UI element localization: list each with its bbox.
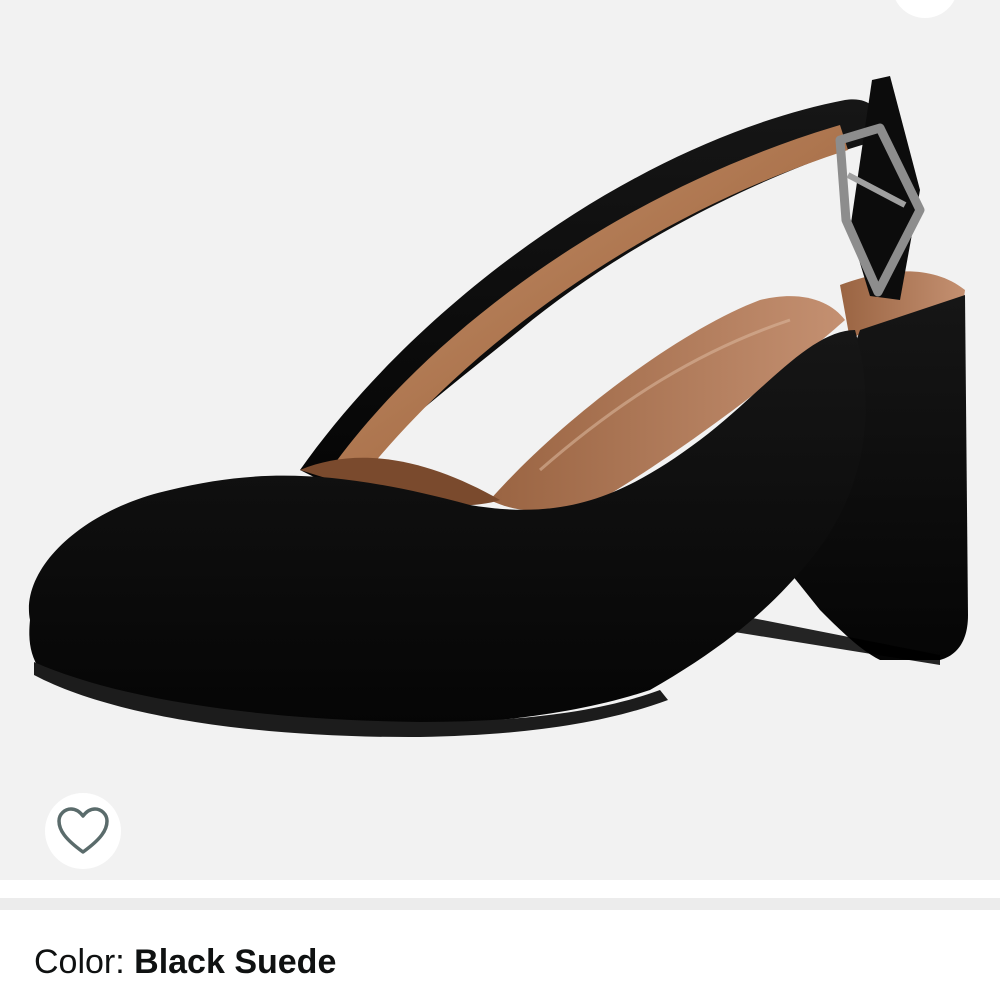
product-detail-page: Color: Black Suede [0,0,1000,1000]
divider [0,880,1000,900]
color-value: Black Suede [134,943,337,981]
product-image[interactable] [0,0,1000,880]
product-image-carousel[interactable] [0,0,1000,880]
color-label: Color: [34,943,135,981]
wishlist-button[interactable] [45,793,121,869]
section-separator [0,898,1000,910]
heart-outline-icon [57,807,109,854]
color-selector-label: Color: Black Suede [34,940,336,984]
